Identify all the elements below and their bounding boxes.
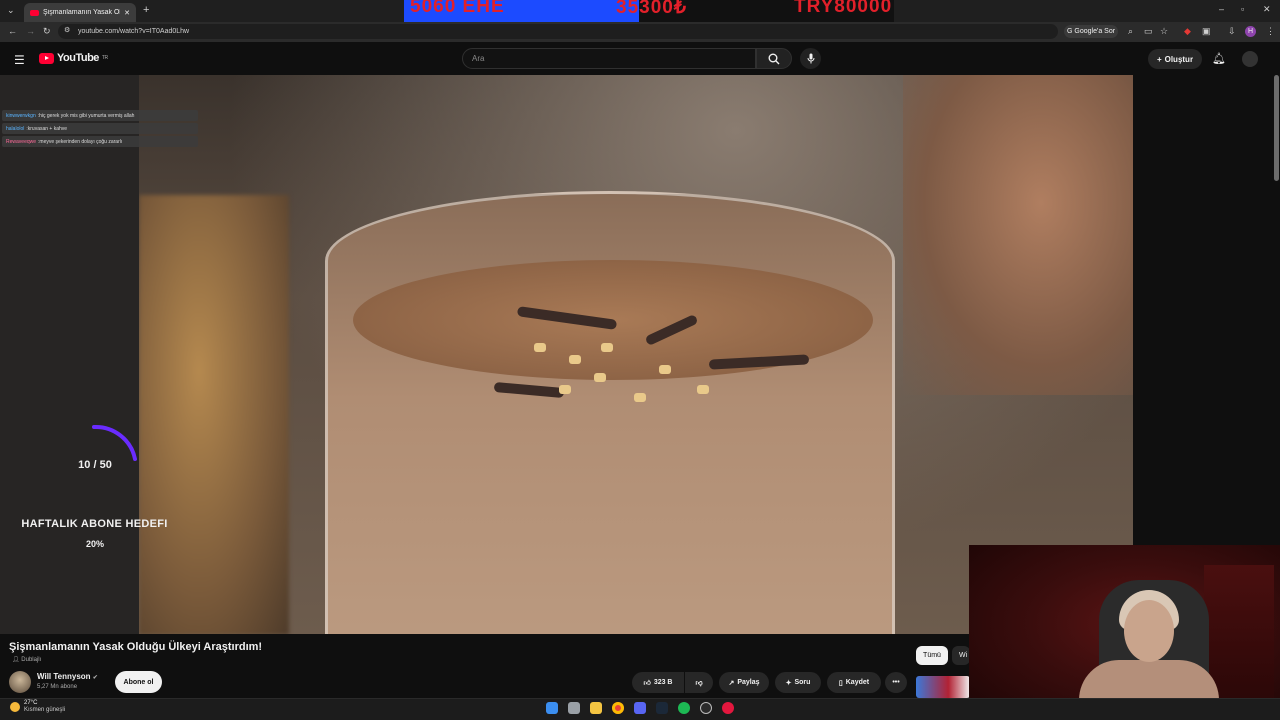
chip-all[interactable]: Tümü bbox=[916, 646, 948, 665]
recommended-video-thumbnail[interactable] bbox=[916, 676, 970, 698]
start-windows-icon[interactable] bbox=[546, 702, 558, 714]
chip-next[interactable]: Wi bbox=[952, 646, 970, 665]
channel-avatar[interactable] bbox=[9, 671, 31, 693]
stream-side-panel bbox=[0, 75, 139, 634]
share-button[interactable]: ↗ Paylaş bbox=[719, 672, 769, 693]
channel-name[interactable]: Will Tennyson ✔ bbox=[37, 672, 98, 681]
zoom-icon[interactable]: ⌕ bbox=[1128, 27, 1133, 36]
ticker-item: 35300₺ bbox=[616, 0, 687, 18]
create-label: Oluştur bbox=[1164, 54, 1194, 64]
notifications-bell-icon[interactable]: 🔔︎ bbox=[1212, 52, 1226, 65]
goal-percent: 20% bbox=[85, 539, 104, 549]
sun-icon bbox=[10, 702, 20, 712]
opera-icon[interactable] bbox=[722, 702, 734, 714]
minimize-icon[interactable]: – bbox=[1219, 5, 1224, 14]
youtube-favicon-icon bbox=[30, 9, 39, 16]
menu-kebab-icon[interactable]: ⋮ bbox=[1266, 27, 1275, 36]
hamburger-menu-icon[interactable]: ☰ bbox=[14, 53, 25, 67]
maximize-icon[interactable]: ▫ bbox=[1241, 5, 1244, 14]
plus-icon: + bbox=[1156, 54, 1162, 64]
file-explorer-icon[interactable] bbox=[590, 702, 602, 714]
microphone-icon bbox=[807, 53, 814, 64]
account-avatar[interactable] bbox=[1242, 51, 1258, 67]
steam-icon[interactable] bbox=[656, 702, 668, 714]
youtube-logo-text: YouTube bbox=[57, 52, 99, 64]
tab-close-icon[interactable]: ✕ bbox=[124, 9, 130, 17]
chrome-icon[interactable] bbox=[612, 702, 624, 714]
extensions-puzzle-icon[interactable]: ▣ bbox=[1202, 27, 1211, 36]
sparkle-icon: ✦ bbox=[785, 679, 792, 687]
subscribe-button[interactable]: Abone ol bbox=[115, 671, 162, 693]
discord-icon[interactable] bbox=[634, 702, 646, 714]
like-button[interactable]: 👍︎ 323 B bbox=[632, 672, 684, 693]
downloads-icon[interactable]: ⇩ bbox=[1228, 27, 1236, 36]
chat-message: kinwwerwkgn: hiç gerek yok mis gibi yumu… bbox=[2, 110, 198, 121]
more-horizontal-icon: ••• bbox=[892, 679, 900, 686]
url-field[interactable]: youtube.com/watch?v=IT0Aad0Lhw bbox=[58, 24, 1058, 39]
page-scrollbar[interactable] bbox=[1274, 75, 1279, 181]
google-sor-label: Google'a Sor bbox=[1074, 28, 1116, 35]
back-icon[interactable]: ← bbox=[8, 27, 17, 36]
tab-search-icon[interactable]: ⌄ bbox=[7, 6, 15, 15]
spotify-icon[interactable] bbox=[678, 702, 690, 714]
bookmark-star-icon[interactable]: ☆ bbox=[1160, 27, 1168, 36]
weather-widget[interactable]: 27°C Kısmen güneşli bbox=[10, 700, 65, 714]
browser-tab[interactable]: Şişmanlamanın Yasak Olduğu Ü ✕ bbox=[24, 3, 136, 22]
chat-message: halalolol: kruvasan + kahve bbox=[2, 123, 198, 134]
dislike-button[interactable]: 👎︎ bbox=[685, 672, 713, 693]
more-actions-button[interactable]: ••• bbox=[885, 672, 907, 693]
task-view-icon[interactable] bbox=[568, 702, 580, 714]
region-code: TR bbox=[101, 55, 108, 61]
share-icon: ↗ bbox=[728, 679, 735, 687]
ticker-item: 5060 EHE bbox=[410, 0, 505, 17]
ticker-item: TRY80000 bbox=[794, 0, 893, 17]
thumbs-down-icon: 👎︎ bbox=[695, 680, 703, 687]
site-info-icon[interactable]: ⚙ bbox=[64, 27, 70, 34]
share-label: Paylaş bbox=[737, 679, 760, 686]
search-input[interactable]: Ara bbox=[462, 48, 756, 69]
goal-title: HAFTALIK ABONE HEDEFI bbox=[21, 518, 168, 530]
youtube-play-icon bbox=[39, 52, 54, 64]
ask-button[interactable]: ✦ Soru bbox=[775, 672, 821, 693]
tab-title: Şişmanlamanın Yasak Olduğu Ü bbox=[43, 9, 120, 16]
like-count: 323 B bbox=[653, 679, 673, 686]
chat-message: Rewaveeqwe: meyve şekerinden dolayı çoğu… bbox=[2, 136, 198, 147]
dubbed-badge: 👤︎ Dublajlı bbox=[12, 657, 42, 663]
close-window-icon[interactable]: ✕ bbox=[1263, 5, 1271, 14]
webcam-overlay bbox=[969, 545, 1280, 720]
create-button[interactable]: + Oluştur bbox=[1148, 49, 1202, 69]
obs-icon[interactable] bbox=[700, 702, 712, 714]
ask-label: Soru bbox=[794, 679, 811, 686]
google-sor-button[interactable]: G Google'a Sor bbox=[1064, 25, 1118, 38]
search-button[interactable] bbox=[756, 48, 792, 69]
youtube-logo[interactable]: YouTube TR bbox=[39, 52, 108, 64]
voice-search-button[interactable] bbox=[800, 48, 821, 69]
subscriber-count: 5,27 Mn abone bbox=[37, 684, 78, 690]
bookmark-icon: ▯ bbox=[838, 679, 843, 687]
goal-count: 10 / 50 bbox=[78, 459, 112, 471]
weather-condition: Kısmen güneşli bbox=[24, 707, 66, 713]
verified-icon: ✔ bbox=[92, 675, 98, 681]
thumbs-up-icon: 👍︎ bbox=[643, 680, 651, 687]
profile-avatar[interactable]: H bbox=[1245, 26, 1256, 37]
weather-temp: 27°C bbox=[24, 700, 38, 706]
reload-icon[interactable]: ↻ bbox=[43, 27, 51, 36]
forward-icon[interactable]: → bbox=[26, 27, 35, 36]
video-title: Şişmanlamanın Yasak Olduğu Ülkeyi Araştı… bbox=[9, 641, 263, 653]
search-icon bbox=[768, 53, 780, 64]
extension-icon[interactable]: ◆ bbox=[1184, 27, 1191, 36]
google-icon: G bbox=[1066, 28, 1073, 35]
save-button[interactable]: ▯ Kaydet bbox=[827, 672, 881, 693]
save-label: Kaydet bbox=[845, 679, 870, 686]
new-tab-icon[interactable]: + bbox=[143, 5, 149, 16]
cast-icon[interactable]: ▭ bbox=[1144, 27, 1153, 36]
